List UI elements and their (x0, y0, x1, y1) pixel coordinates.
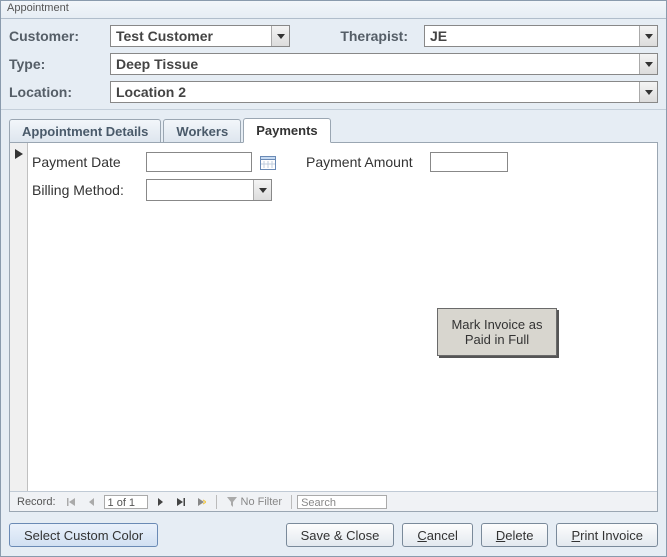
print-invoice-button[interactable]: Print Invoice (556, 523, 658, 547)
record-selector[interactable] (10, 143, 28, 493)
nav-last-button[interactable] (172, 494, 190, 510)
type-label: Type: (9, 56, 104, 72)
chevron-down-icon[interactable] (639, 26, 657, 46)
chevron-down-icon[interactable] (639, 82, 657, 102)
chevron-down-icon[interactable] (639, 54, 657, 74)
location-value: Location 2 (111, 82, 639, 102)
type-value: Deep Tissue (111, 54, 639, 74)
payment-amount-label: Payment Amount (306, 154, 424, 170)
nav-prev-button[interactable] (83, 494, 101, 510)
header-form: Customer: Test Customer Therapist: JE Ty… (1, 19, 666, 110)
customer-combo[interactable]: Test Customer (110, 25, 290, 47)
customer-label: Customer: (9, 28, 104, 44)
funnel-icon (226, 496, 238, 508)
calendar-icon[interactable] (258, 152, 278, 172)
payment-date-label: Payment Date (32, 154, 140, 170)
nav-new-button[interactable] (193, 494, 211, 510)
therapist-label: Therapist: (328, 28, 418, 44)
mark-invoice-paid-button[interactable]: Mark Invoice as Paid in Full (437, 308, 557, 356)
type-combo[interactable]: Deep Tissue (110, 53, 658, 75)
filter-indicator: No Filter (222, 496, 287, 508)
payment-date-input[interactable] (146, 152, 252, 172)
bottom-bar: Select Custom Color Save & Close Cancel … (9, 522, 658, 548)
payment-amount-input[interactable] (430, 152, 508, 172)
select-custom-color-button[interactable]: Select Custom Color (9, 523, 158, 547)
therapist-combo[interactable]: JE (424, 25, 658, 47)
tab-area: Appointment Details Workers Payments Pay… (9, 116, 658, 512)
delete-button[interactable]: Delete (481, 523, 549, 547)
billing-method-combo[interactable] (146, 179, 272, 201)
payments-detail: Payment Date Payment Amount (32, 145, 653, 201)
window-title: Appointment (1, 1, 666, 19)
record-search-input[interactable]: Search (297, 495, 387, 509)
location-combo[interactable]: Location 2 (110, 81, 658, 103)
tab-body-payments: Payment Date Payment Amount (9, 142, 658, 512)
nav-first-button[interactable] (62, 494, 80, 510)
tab-workers[interactable]: Workers (163, 119, 241, 143)
therapist-value: JE (425, 26, 639, 46)
filter-text: No Filter (241, 496, 283, 508)
record-pointer-icon (15, 149, 23, 159)
location-label: Location: (9, 84, 104, 100)
chevron-down-icon[interactable] (253, 180, 271, 200)
record-nav: Record: 1 of 1 No Filter Search (10, 491, 657, 511)
tab-payments[interactable]: Payments (243, 118, 330, 143)
tab-strip: Appointment Details Workers Payments (9, 116, 658, 142)
tab-appointment-details[interactable]: Appointment Details (9, 119, 161, 143)
save-close-button[interactable]: Save & Close (286, 523, 395, 547)
appointment-window: Appointment Customer: Test Customer Ther… (0, 0, 667, 557)
cancel-button[interactable]: Cancel (402, 523, 472, 547)
record-position[interactable]: 1 of 1 (104, 495, 148, 509)
chevron-down-icon[interactable] (271, 26, 289, 46)
nav-next-button[interactable] (151, 494, 169, 510)
billing-method-value (147, 180, 253, 200)
billing-method-label: Billing Method: (32, 182, 140, 198)
customer-value: Test Customer (111, 26, 271, 46)
record-label: Record: (14, 496, 59, 508)
